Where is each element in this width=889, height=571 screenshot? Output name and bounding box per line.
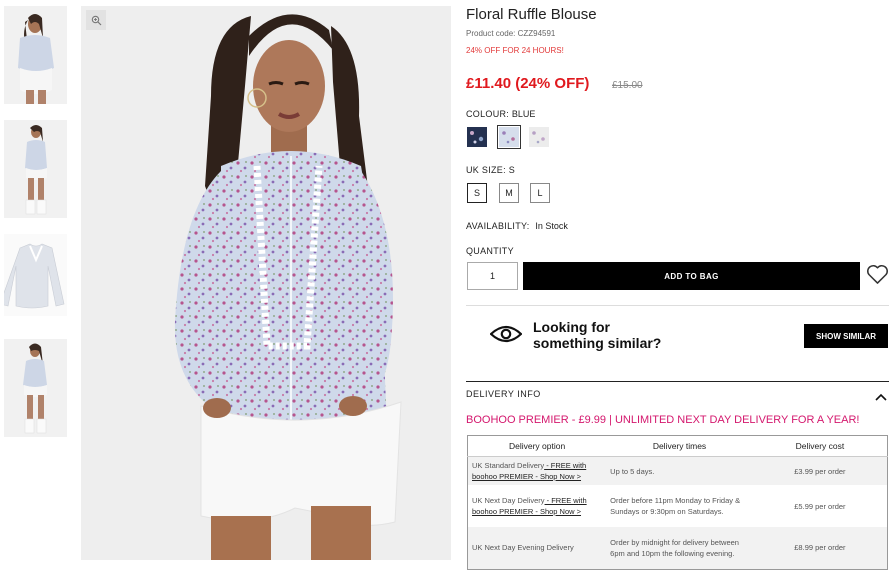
premier-banner[interactable]: BOOHOO PREMIER - £9.99 | UNLIMITED NEXT … [466, 414, 859, 426]
eye-icon [489, 325, 523, 343]
swatch-blue-pattern [499, 127, 519, 147]
show-similar-button[interactable]: SHOW SIMILAR [804, 324, 888, 348]
similar-prompt: Looking for something similar? [533, 319, 661, 351]
delivery-table: Delivery option Delivery times Delivery … [467, 435, 888, 570]
thumbnail-2[interactable] [4, 120, 67, 218]
add-to-bag-button[interactable]: ADD TO BAG [523, 262, 860, 290]
size-label: UK SIZE: [466, 165, 506, 175]
delivery-option-text: UK Next Day Delivery [472, 496, 545, 505]
divider-1 [466, 305, 889, 306]
colour-value: BLUE [511, 109, 536, 119]
heart-icon [867, 265, 888, 284]
original-price: £15.00 [612, 80, 643, 91]
delivery-cost-cell: £5.99 per order [794, 501, 846, 511]
quantity-input[interactable]: 1 [467, 262, 518, 290]
divider-2 [466, 381, 889, 382]
thumbnail-3[interactable] [4, 234, 67, 316]
delivery-times-cell: Up to 5 days. [606, 456, 753, 485]
similar-line-2: something similar? [533, 335, 662, 351]
col-delivery-times: Delivery times [606, 435, 753, 457]
delivery-cost-cell: £3.99 per order [752, 456, 888, 485]
col-delivery-option: Delivery option [467, 435, 607, 457]
main-product-image[interactable] [81, 6, 451, 560]
thumbnail-3-image [4, 234, 67, 316]
size-label-row: UK SIZE: S [466, 165, 515, 175]
model-illustration [81, 6, 451, 560]
thumbnail-4-image [4, 339, 67, 437]
similar-line-1: Looking for [533, 319, 610, 335]
size-option-m[interactable]: M [499, 183, 519, 203]
delivery-option-cell: UK Next Day Delivery - FREE with boohoo … [468, 485, 607, 527]
availability-label: AVAILABILITY: [466, 221, 530, 231]
wishlist-button[interactable] [866, 264, 889, 290]
swatch-ivory-pattern [529, 127, 549, 147]
thumbnail-4[interactable] [4, 339, 67, 437]
size-option-s[interactable]: S [467, 183, 487, 203]
colour-swatch-navy[interactable] [467, 127, 487, 147]
product-code: Product code: CZZ94591 [466, 29, 556, 38]
collapse-toggle[interactable] [875, 389, 887, 407]
current-price: £11.40 (24% OFF) [466, 75, 590, 92]
delivery-table-header: Delivery option Delivery times Delivery … [467, 435, 888, 457]
swatch-navy-pattern [467, 127, 487, 147]
colour-swatch-ivory[interactable] [529, 127, 549, 147]
zoom-button[interactable] [86, 10, 106, 30]
delivery-times-cell: Order by midnight for delivery between 6… [606, 527, 753, 569]
size-value: S [508, 165, 515, 175]
availability-row: AVAILABILITY: In Stock [466, 221, 568, 231]
thumbnail-1-image [4, 6, 67, 104]
table-row: UK Standard Delivery - FREE with boohoo … [467, 456, 888, 485]
colour-label-row: COLOUR: BLUE [466, 109, 535, 119]
delivery-option-text: UK Next Day Evening Delivery [472, 543, 574, 553]
colour-swatch-blue-selected[interactable] [497, 125, 521, 149]
table-row: UK Next Day Delivery - FREE with boohoo … [468, 485, 888, 527]
table-row: UK Next Day Evening Delivery Order by mi… [467, 527, 888, 569]
colour-label: COLOUR: [466, 109, 510, 119]
chevron-up-icon [875, 393, 887, 401]
delivery-info-header[interactable]: DELIVERY INFO [466, 389, 541, 399]
delivery-cost-cell: £8.99 per order [752, 527, 888, 569]
product-title: Floral Ruffle Blouse [466, 6, 597, 23]
size-option-l[interactable]: L [530, 183, 550, 203]
product-details-panel: Floral Ruffle Blouse Product code: CZZ94… [466, 0, 889, 571]
quantity-label: QUANTITY [466, 246, 514, 256]
delivery-option-text: UK Standard Delivery [472, 461, 545, 470]
eye-icon-wrap [489, 325, 523, 348]
availability-value: In Stock [535, 221, 568, 231]
delivery-times-cell: Order before 11pm Monday to Friday & Sun… [610, 496, 741, 516]
delivery-option-cell: UK Next Day Evening Delivery [467, 527, 607, 569]
delivery-option-cell: UK Standard Delivery - FREE with boohoo … [467, 456, 607, 485]
zoom-icon [91, 15, 101, 25]
thumbnail-1[interactable] [4, 6, 67, 104]
promo-text: 24% OFF FOR 24 HOURS! [466, 46, 564, 55]
col-delivery-cost: Delivery cost [752, 435, 888, 457]
thumbnail-2-image [4, 120, 67, 218]
